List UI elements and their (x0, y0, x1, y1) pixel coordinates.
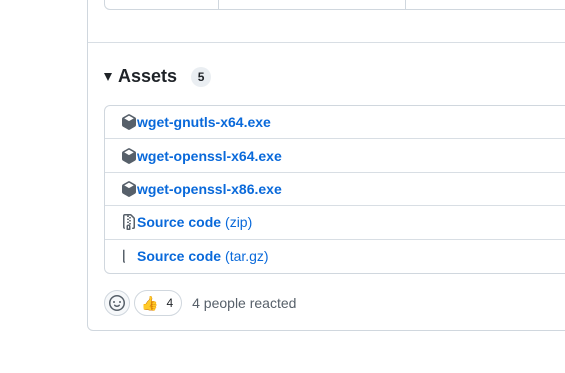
asset-link[interactable]: wget-openssl-x64.exe (137, 148, 282, 164)
asset-row: wget-openssl-x86.exe (105, 173, 565, 207)
asset-row: Source code (tar.gz) (105, 240, 565, 273)
assets-title: Assets (118, 65, 178, 86)
asset-row: wget-openssl-x64.exe (105, 139, 565, 173)
asset-link[interactable]: wget-gnutls-x64.exe (137, 114, 271, 130)
section-divider (88, 42, 565, 43)
package-icon (121, 147, 137, 164)
asset-row: Source code (zip) (105, 206, 565, 240)
table-cell (105, 0, 219, 9)
assets-count-badge: 5 (191, 67, 212, 87)
package-icon (121, 114, 137, 131)
thumbs-up-icon: 👍 (141, 295, 159, 311)
thumbs-up-count: 4 (166, 296, 174, 310)
asset-ext: (zip) (225, 214, 253, 231)
asset-ext: (tar.gz) (225, 248, 269, 265)
asset-link[interactable]: Source code (137, 248, 221, 264)
release-top-table (104, 0, 565, 10)
package-icon (121, 181, 137, 197)
add-reaction-button[interactable] (104, 290, 130, 316)
release-page: Assets 5 wget-gnutls-x64.exe wget-openss… (0, 0, 565, 373)
reactions-bar: 👍 4 4 people reacted (104, 290, 296, 316)
thumbs-up-reaction-button[interactable]: 👍 4 (134, 290, 183, 316)
caret-down-icon (104, 72, 112, 81)
assets-toggle[interactable]: Assets 5 (104, 63, 212, 89)
asset-link[interactable]: Source code (137, 214, 221, 230)
file-zip-icon (121, 248, 137, 264)
table-cell (219, 0, 406, 9)
reactions-summary: 4 people reacted (192, 295, 297, 311)
assets-list: wget-gnutls-x64.exe wget-openssl-x64.exe… (104, 105, 565, 274)
file-zip-icon (121, 214, 137, 231)
smiley-icon (109, 295, 125, 311)
asset-row: wget-gnutls-x64.exe (105, 106, 565, 140)
asset-link[interactable]: wget-openssl-x86.exe (137, 181, 282, 197)
table-cell (406, 0, 565, 9)
